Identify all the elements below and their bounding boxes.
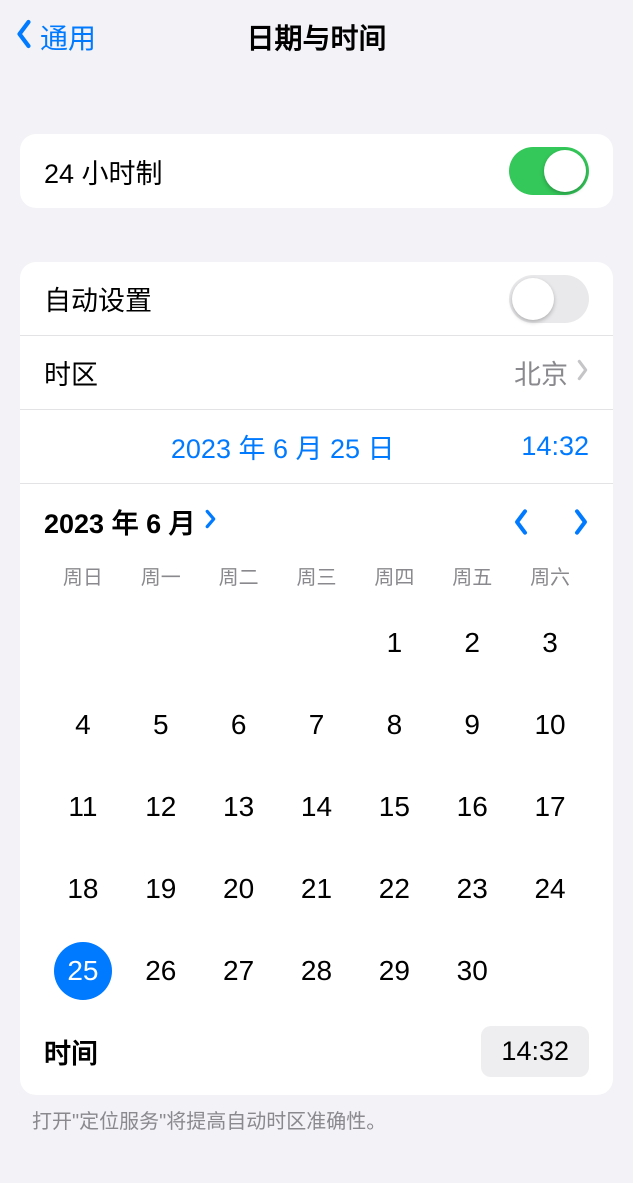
selected-summary-row: 2023 年 6 月 25 日 14:32 bbox=[20, 410, 613, 484]
calendar-day-empty bbox=[44, 614, 122, 672]
calendar-day[interactable]: 13 bbox=[200, 778, 278, 836]
twenty-four-hour-group: 24 小时制 bbox=[20, 134, 613, 208]
calendar: 2023 年 6 月 周日周一周二周三周四周五周六 12345678910111… bbox=[20, 484, 613, 1012]
calendar-day[interactable]: 2 bbox=[433, 614, 511, 672]
calendar-month-button[interactable]: 2023 年 6 月 bbox=[44, 502, 217, 541]
calendar-day[interactable]: 17 bbox=[511, 778, 589, 836]
calendar-day[interactable]: 3 bbox=[511, 614, 589, 672]
toggle-knob bbox=[544, 150, 586, 192]
calendar-day-empty bbox=[200, 614, 278, 672]
calendar-day[interactable]: 15 bbox=[355, 778, 433, 836]
chevron-right-icon bbox=[576, 359, 589, 386]
chevron-right-icon bbox=[204, 506, 217, 537]
auto-set-row: 自动设置 bbox=[20, 262, 613, 336]
calendar-day[interactable]: 19 bbox=[122, 860, 200, 918]
calendar-day[interactable]: 1 bbox=[355, 614, 433, 672]
calendar-day[interactable]: 29 bbox=[355, 942, 433, 1000]
calendar-weekday: 周二 bbox=[200, 561, 278, 590]
calendar-next-button[interactable] bbox=[573, 508, 589, 536]
calendar-day[interactable]: 7 bbox=[278, 696, 356, 754]
twenty-four-hour-toggle[interactable] bbox=[509, 147, 589, 195]
calendar-day[interactable]: 16 bbox=[433, 778, 511, 836]
selected-date[interactable]: 2023 年 6 月 25 日 bbox=[44, 427, 521, 466]
toggle-knob bbox=[512, 278, 554, 320]
calendar-day[interactable]: 20 bbox=[200, 860, 278, 918]
calendar-month-label: 2023 年 6 月 bbox=[44, 502, 196, 541]
calendar-day[interactable]: 27 bbox=[200, 942, 278, 1000]
date-time-group: 自动设置 时区 北京 2023 年 6 月 25 日 14:32 2023 年 … bbox=[20, 262, 613, 1095]
calendar-day[interactable]: 11 bbox=[44, 778, 122, 836]
auto-set-toggle[interactable] bbox=[509, 275, 589, 323]
calendar-day[interactable]: 9 bbox=[433, 696, 511, 754]
calendar-weekday: 周六 bbox=[511, 561, 589, 590]
timezone-value: 北京 bbox=[514, 353, 568, 392]
calendar-day-empty bbox=[122, 614, 200, 672]
calendar-day[interactable]: 22 bbox=[355, 860, 433, 918]
twenty-four-hour-row: 24 小时制 bbox=[20, 134, 613, 208]
time-picker-button[interactable]: 14:32 bbox=[481, 1026, 589, 1077]
calendar-day[interactable]: 10 bbox=[511, 696, 589, 754]
calendar-day[interactable]: 25 bbox=[54, 942, 112, 1000]
chevron-left-icon bbox=[14, 19, 34, 56]
timezone-row[interactable]: 时区 北京 bbox=[20, 336, 613, 410]
calendar-day[interactable]: 4 bbox=[44, 696, 122, 754]
calendar-weekday: 周三 bbox=[278, 561, 356, 590]
calendar-day[interactable]: 24 bbox=[511, 860, 589, 918]
footer-note: 打开"定位服务"将提高自动时区准确性。 bbox=[32, 1105, 601, 1134]
time-row: 时间 14:32 bbox=[20, 1012, 613, 1095]
calendar-weekday: 周一 bbox=[122, 561, 200, 590]
calendar-weekday: 周日 bbox=[44, 561, 122, 590]
back-label: 通用 bbox=[40, 17, 96, 57]
calendar-day[interactable]: 23 bbox=[433, 860, 511, 918]
calendar-day[interactable]: 6 bbox=[200, 696, 278, 754]
calendar-day[interactable]: 14 bbox=[278, 778, 356, 836]
time-label: 时间 bbox=[44, 1032, 481, 1071]
selected-time[interactable]: 14:32 bbox=[521, 431, 589, 462]
calendar-day[interactable]: 26 bbox=[122, 942, 200, 1000]
timezone-label: 时区 bbox=[44, 353, 514, 392]
auto-set-label: 自动设置 bbox=[44, 279, 509, 318]
calendar-day[interactable]: 21 bbox=[278, 860, 356, 918]
calendar-prev-button[interactable] bbox=[513, 508, 529, 536]
back-button[interactable]: 通用 bbox=[14, 17, 96, 57]
calendar-days-grid: 1234567891011121314151617181920212223242… bbox=[44, 614, 589, 1000]
calendar-day[interactable]: 30 bbox=[433, 942, 511, 1000]
calendar-day[interactable]: 8 bbox=[355, 696, 433, 754]
calendar-weekday: 周五 bbox=[433, 561, 511, 590]
calendar-day[interactable]: 18 bbox=[44, 860, 122, 918]
calendar-day[interactable]: 5 bbox=[122, 696, 200, 754]
calendar-day[interactable]: 12 bbox=[122, 778, 200, 836]
calendar-weekday-row: 周日周一周二周三周四周五周六 bbox=[44, 561, 589, 596]
twenty-four-hour-label: 24 小时制 bbox=[44, 152, 509, 191]
calendar-weekday: 周四 bbox=[355, 561, 433, 590]
calendar-day-empty bbox=[278, 614, 356, 672]
calendar-day[interactable]: 28 bbox=[278, 942, 356, 1000]
